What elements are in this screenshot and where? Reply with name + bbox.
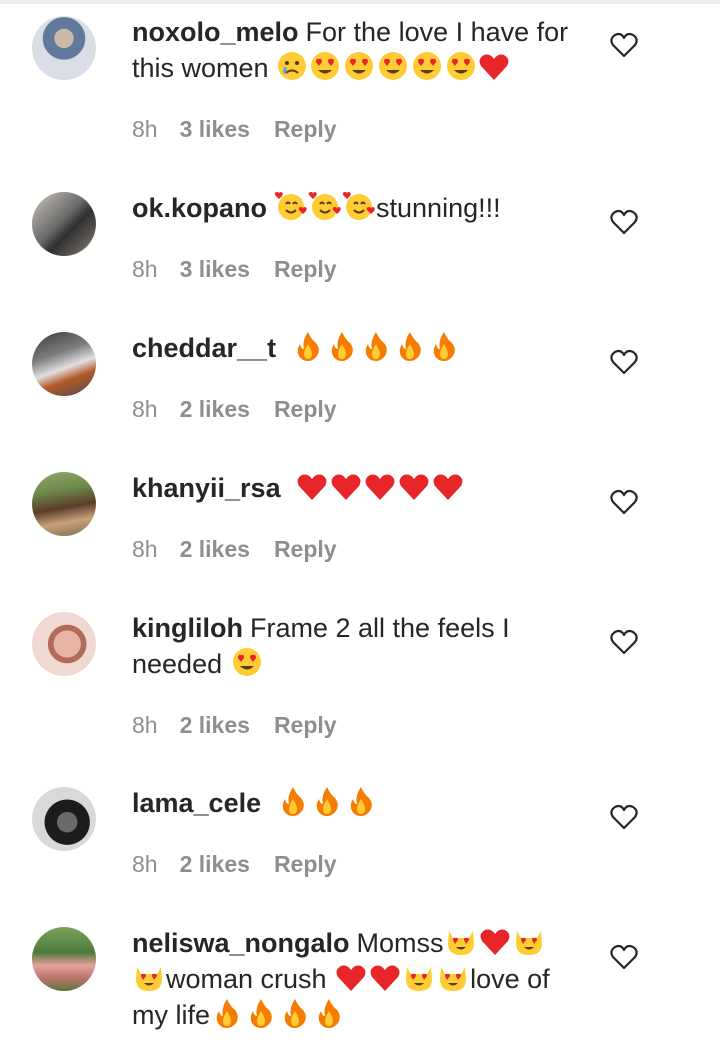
smiling-face-with-hearts-icon [342, 192, 375, 220]
likes-count[interactable]: 3 likes [180, 116, 250, 143]
reply-button[interactable]: Reply [274, 396, 337, 423]
fire-icon [284, 999, 306, 1028]
username[interactable]: kingliloh [132, 613, 243, 643]
smiling-face-with-hearts-icon [308, 192, 341, 220]
fire-icon [250, 999, 272, 1028]
comment-item: khanyii_rsa 8h 2 likes Reply [0, 450, 720, 590]
like-heart-icon[interactable] [610, 32, 638, 58]
comment-text: woman crush [166, 964, 327, 994]
heart-eyes-cat-icon [515, 931, 542, 955]
red-heart-icon [370, 965, 400, 991]
like-heart-icon[interactable] [610, 209, 638, 235]
fire-icon [365, 332, 387, 361]
username[interactable]: noxolo_melo [132, 17, 299, 47]
username[interactable]: lama_cele [132, 788, 261, 818]
fire-icon [331, 332, 353, 361]
comment-time: 8h [132, 536, 158, 562]
heart-eyes-cat-icon [440, 967, 467, 991]
username[interactable]: neliswa_nongalo [132, 928, 350, 958]
heart-eyes-cat-icon [447, 931, 474, 955]
fire-icon [433, 332, 455, 361]
like-heart-icon[interactable] [610, 489, 638, 515]
fire-icon [297, 332, 319, 361]
comment-text: stunning!!! [376, 193, 501, 223]
like-heart-icon[interactable] [610, 804, 638, 830]
comment-time: 8h [132, 851, 158, 877]
smiling-face-with-hearts-icon [274, 192, 307, 220]
red-heart-icon [297, 474, 327, 500]
fire-icon [350, 787, 372, 816]
avatar[interactable] [32, 192, 96, 256]
heart-eyes-icon [447, 52, 476, 80]
red-heart-icon [365, 474, 395, 500]
comment-text: Momss [356, 928, 444, 958]
like-heart-icon[interactable] [610, 944, 638, 970]
avatar[interactable] [32, 472, 96, 536]
likes-count[interactable]: 2 likes [180, 712, 250, 739]
red-heart-icon [331, 474, 361, 500]
crying-face-icon [278, 52, 307, 80]
like-heart-icon[interactable] [610, 629, 638, 655]
reply-button[interactable]: Reply [274, 536, 337, 563]
comment-time: 8h [132, 712, 158, 738]
red-heart-icon [433, 474, 463, 500]
heart-eyes-icon [379, 52, 408, 80]
red-heart-icon [399, 474, 429, 500]
fire-icon [399, 332, 421, 361]
reply-button[interactable]: Reply [274, 256, 337, 283]
username[interactable]: cheddar__t [132, 333, 276, 363]
red-heart-icon [480, 929, 510, 955]
red-heart-icon [479, 54, 509, 80]
avatar[interactable] [32, 927, 96, 991]
fire-icon [216, 999, 238, 1028]
heart-eyes-icon [413, 52, 442, 80]
likes-count[interactable]: 3 likes [180, 256, 250, 283]
comment-item: noxolo_melo For the love I have for this … [0, 0, 720, 170]
reply-button[interactable]: Reply [274, 851, 337, 878]
likes-count[interactable]: 2 likes [180, 396, 250, 423]
fire-icon [316, 787, 338, 816]
heart-eyes-icon [232, 648, 261, 676]
comment-time: 8h [132, 396, 158, 422]
heart-eyes-cat-icon [136, 967, 162, 991]
comment-item: ok.kopano stunning!!! 8h 3 likes Reply [0, 170, 720, 310]
avatar[interactable] [32, 787, 96, 851]
heart-eyes-cat-icon [406, 967, 433, 991]
comment-item: lama_cele 8h 2 likes Reply [0, 765, 720, 905]
comment-time: 8h [132, 256, 158, 282]
fire-icon [282, 787, 304, 816]
avatar[interactable] [32, 16, 96, 80]
likes-count[interactable]: 2 likes [180, 851, 250, 878]
comment-item: kingliloh Frame 2 all the feels I needed … [0, 590, 720, 765]
heart-eyes-icon [311, 52, 340, 80]
comment-item: neliswa_nongalo Momss woman crush love of … [0, 905, 720, 1044]
fire-icon [318, 999, 340, 1028]
heart-eyes-icon [345, 52, 374, 80]
likes-count[interactable]: 2 likes [180, 536, 250, 563]
reply-button[interactable]: Reply [274, 116, 337, 143]
username[interactable]: khanyii_rsa [132, 473, 281, 503]
username[interactable]: ok.kopano [132, 193, 267, 223]
avatar[interactable] [32, 612, 96, 676]
comment-item: cheddar__t 8h 2 likes Reply [0, 310, 720, 450]
avatar[interactable] [32, 332, 96, 396]
comment-time: 8h [132, 116, 158, 142]
red-heart-icon [336, 965, 366, 991]
like-heart-icon[interactable] [610, 349, 638, 375]
reply-button[interactable]: Reply [274, 712, 337, 739]
